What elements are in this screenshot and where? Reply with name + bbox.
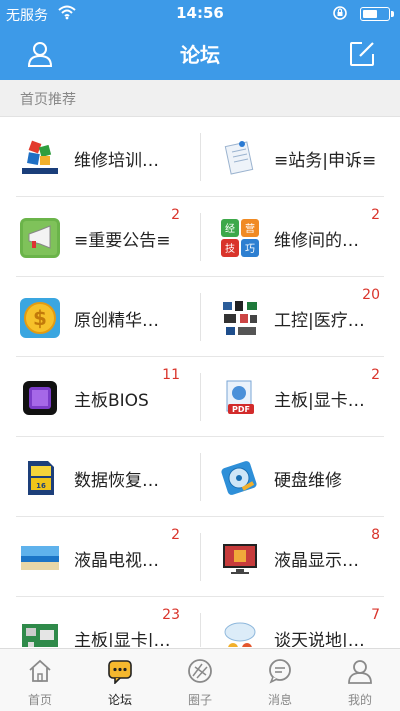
message-icon — [269, 659, 291, 684]
unread-badge: 2 — [371, 367, 380, 383]
forum-item[interactable]: 工控|医疗… 20 — [200, 277, 400, 357]
rotation-lock-icon — [333, 6, 347, 20]
forum-row: 主板|显卡|… 23 谈天说地|… 7 — [0, 597, 400, 647]
forum-label: ≡重要公告≡ — [74, 231, 171, 251]
svg-text:技: 技 — [225, 242, 235, 255]
forum-item[interactable]: 16 数据恢复… — [0, 437, 200, 517]
tab-label: 论坛 — [107, 693, 132, 707]
home-icon — [29, 659, 51, 682]
tab-messages[interactable]: 消息 — [240, 649, 320, 711]
forum-row: 维修培训… ≡站务|申诉≡ — [0, 117, 400, 197]
forum-grid: 维修培训… ≡站务|申诉≡ ≡重要公告≡ 2 经 营 技 巧 维修间的… 2 $… — [0, 117, 400, 647]
circuit-board-icon — [20, 618, 60, 647]
tab-profile[interactable]: 我的 — [320, 649, 400, 711]
forum-row: 液晶电视… 2 液晶显示… 8 — [0, 517, 400, 597]
compose-icon[interactable] — [348, 40, 376, 68]
hard-disk-icon — [220, 458, 260, 498]
forum-item[interactable]: 主板BIOS 11 — [0, 357, 200, 437]
tv-screen-icon — [20, 538, 60, 578]
forum-item[interactable]: 液晶显示… 8 — [200, 517, 400, 597]
unread-badge: 2 — [171, 527, 180, 543]
document-pin-icon — [220, 138, 260, 178]
forum-label: 主板|显卡… — [274, 391, 365, 411]
bios-chip-icon — [20, 378, 60, 418]
forum-item[interactable]: $ 原创精华… — [0, 277, 200, 357]
forum-item[interactable]: ≡重要公告≡ 2 — [0, 197, 200, 277]
forum-item[interactable]: 硬盘维修 — [200, 437, 400, 517]
battery-icon — [360, 7, 394, 21]
section-label: 首页推荐 — [20, 92, 76, 108]
unread-badge: 7 — [371, 607, 380, 623]
profile-icon — [348, 660, 372, 684]
forum-item[interactable]: 谈天说地|… 7 — [200, 597, 400, 647]
svg-text:巧: 巧 — [245, 244, 255, 255]
dollar-coin-icon: $ — [20, 298, 60, 338]
forum-chat-icon — [108, 660, 132, 684]
svg-text:营: 营 — [245, 222, 255, 235]
sd-card-icon: 16 — [20, 458, 60, 498]
tab-label: 消息 — [267, 693, 292, 707]
tab-bar: 首页 论坛 圈子 消息 我的 — [0, 648, 400, 711]
tab-forum[interactable]: 论坛 — [80, 649, 160, 711]
forum-label: 数据恢复… — [74, 471, 159, 491]
forum-label: 液晶显示… — [274, 551, 359, 571]
svg-text:经: 经 — [225, 222, 235, 235]
forum-row: 主板BIOS 11 PDF 主板|显卡… 2 — [0, 357, 400, 437]
svg-text:16: 16 — [36, 482, 46, 490]
tab-label: 我的 — [347, 693, 372, 707]
forum-label: 谈天说地|… — [274, 631, 365, 647]
pdf-document-icon: PDF — [220, 378, 260, 418]
tab-home[interactable]: 首页 — [0, 649, 80, 711]
industrial-devices-icon — [220, 298, 260, 338]
forum-item[interactable]: 维修培训… — [0, 117, 200, 197]
forum-row: 16 数据恢复… 硬盘维修 — [0, 437, 400, 517]
circle-icon — [188, 659, 212, 683]
unread-badge: 11 — [162, 367, 180, 383]
forum-label: 液晶电视… — [74, 551, 159, 571]
tab-label: 首页 — [27, 693, 52, 707]
forum-item[interactable]: ≡站务|申诉≡ — [200, 117, 400, 197]
tab-circle[interactable]: 圈子 — [160, 649, 240, 711]
unread-badge: 2 — [371, 207, 380, 223]
page-title: 论坛 — [180, 43, 220, 67]
forum-label: ≡站务|申诉≡ — [274, 151, 377, 171]
unread-badge: 20 — [362, 287, 380, 303]
forum-label: 维修间的… — [274, 231, 359, 251]
forum-label: 原创精华… — [74, 311, 159, 331]
unread-badge: 8 — [371, 527, 380, 543]
forum-label: 硬盘维修 — [274, 471, 342, 491]
battery-level — [363, 10, 377, 18]
nav-bar: 论坛 — [0, 26, 400, 80]
forum-label: 主板|显卡|… — [74, 631, 171, 647]
forum-item[interactable]: 经 营 技 巧 维修间的… 2 — [200, 197, 400, 277]
svg-text:$: $ — [33, 306, 47, 330]
forum-item[interactable]: 主板|显卡|… 23 — [0, 597, 200, 647]
chinafix-logo-icon — [20, 138, 60, 178]
unread-badge: 2 — [171, 207, 180, 223]
forum-item[interactable]: 液晶电视… 2 — [0, 517, 200, 597]
tab-label: 圈子 — [187, 693, 212, 707]
forum-label: 维修培训… — [74, 151, 159, 171]
status-bar: 无服务 14:56 — [0, 0, 400, 26]
svg-text:PDF: PDF — [232, 405, 250, 414]
chat-people-icon — [220, 618, 260, 647]
monitor-icon — [220, 538, 260, 578]
forum-item[interactable]: PDF 主板|显卡… 2 — [200, 357, 400, 437]
skills-tiles-icon: 经 营 技 巧 — [221, 219, 259, 257]
section-header: 首页推荐 — [0, 80, 400, 117]
forum-label: 工控|医疗… — [274, 311, 365, 331]
megaphone-icon — [20, 218, 60, 258]
forum-label: 主板BIOS — [74, 391, 149, 411]
forum-row: ≡重要公告≡ 2 经 营 技 巧 维修间的… 2 — [0, 197, 400, 277]
forum-row: $ 原创精华… 工控|医疗… 20 — [0, 277, 400, 357]
unread-badge: 23 — [162, 607, 180, 623]
